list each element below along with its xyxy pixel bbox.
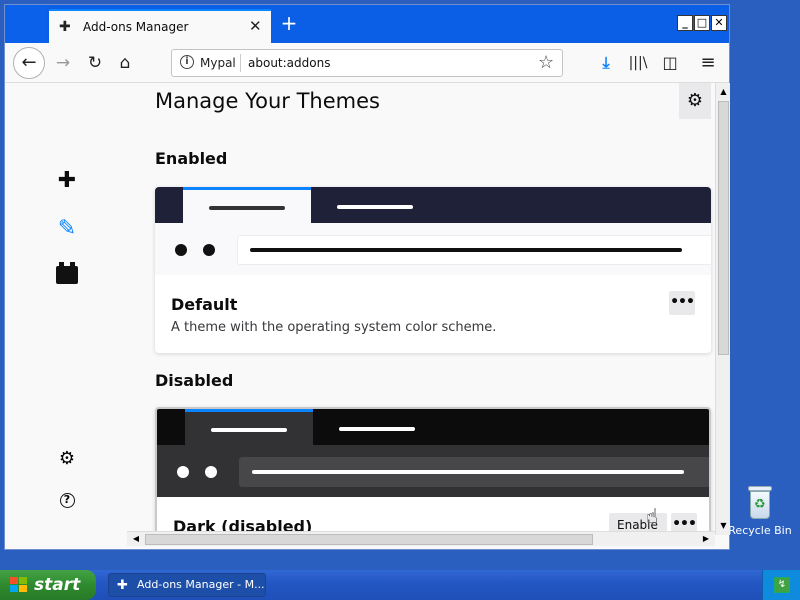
theme-preview-tabs — [157, 409, 709, 445]
window-controls: _ □ ✕ — [677, 11, 728, 31]
url-bar[interactable]: i Mypal about:addons ☆ — [171, 49, 563, 77]
preview-other-tab — [339, 427, 415, 431]
download-icon: ⤓ — [602, 53, 610, 72]
taskbar-item-label: Add-ons Manager - M... — [137, 578, 265, 591]
arrow-right-icon: → — [55, 53, 71, 73]
page-options-button[interactable]: ⚙ — [679, 83, 711, 119]
theme-preview-toolbar — [157, 445, 709, 497]
start-label: start — [34, 575, 81, 595]
library-icon: |||\ — [628, 55, 648, 71]
hamburger-icon: ≡ — [700, 52, 716, 73]
horizontal-scrollbar[interactable]: ◀ ▶ — [127, 531, 715, 546]
menu-button[interactable]: ≡ — [695, 49, 721, 77]
theme-card-dark[interactable]: Dark (disabled) Enable ••• — [155, 407, 711, 535]
scroll-up-icon[interactable]: ▲ — [717, 85, 730, 99]
preview-other-tab — [337, 205, 413, 209]
identity-label: Mypal — [200, 56, 236, 70]
forward-button[interactable]: → — [49, 49, 77, 77]
scroll-left-icon[interactable]: ◀ — [129, 532, 143, 546]
scroll-down-icon[interactable]: ▼ — [717, 519, 730, 533]
preview-dot — [177, 466, 189, 478]
preview-selected-tab — [185, 409, 313, 445]
brush-icon: ✎ — [57, 216, 77, 241]
gear-icon: ⚙ — [58, 448, 76, 469]
tab-title: Add-ons Manager — [83, 20, 189, 34]
recycle-bin-icon: ♻ — [745, 486, 775, 520]
tab-bar: ✚ Add-ons Manager ✕ + _ □ ✕ — [5, 5, 729, 43]
theme-preview-toolbar — [155, 223, 711, 275]
arrow-left-icon: ← — [21, 52, 37, 73]
enabled-heading: Enabled — [155, 149, 228, 168]
disabled-heading: Disabled — [155, 371, 234, 390]
minimize-button[interactable]: _ — [677, 15, 693, 31]
preview-urlbar — [239, 457, 709, 487]
reload-icon: ↻ — [87, 53, 103, 73]
windows-flag-icon — [10, 577, 28, 593]
nav-bar: ← → ↻ ⌂ i Mypal about:addons ☆ ⤓ |||\ ◫ … — [5, 43, 729, 83]
addons-content: ✚ ✎ ⚙ ? Manage Your Themes ⚙ Enabled Def… — [5, 83, 715, 535]
system-tray: ↯ — [762, 570, 800, 600]
vertical-scrollbar[interactable]: ▲ ▼ — [715, 83, 730, 535]
category-extensions[interactable]: ✚ — [51, 165, 83, 197]
home-button[interactable]: ⌂ — [111, 49, 139, 77]
close-tab-icon[interactable]: ✕ — [249, 17, 262, 35]
preview-dot — [175, 244, 187, 256]
theme-description: A theme with the operating system color … — [171, 320, 497, 335]
downloads-button[interactable]: ⤓ — [593, 49, 619, 77]
recycle-bin-label: Recycle Bin — [728, 524, 792, 537]
gear-icon: ⚙ — [686, 90, 704, 111]
category-themes[interactable]: ✎ — [51, 213, 83, 245]
info-icon[interactable]: i — [180, 55, 194, 69]
theme-card-info: Dark (disabled) Enable ••• — [157, 497, 709, 535]
addon-support-button[interactable]: ? — [51, 481, 83, 513]
browser-app-icon: ✚ — [117, 578, 128, 593]
themes-main: Manage Your Themes ⚙ Enabled Default A t… — [155, 83, 715, 535]
hand-cursor-icon: ☝ — [646, 504, 659, 528]
theme-card-info: Default A theme with the operating syste… — [155, 275, 711, 353]
recycle-bin[interactable]: ♻ Recycle Bin — [728, 486, 792, 537]
tab-addons-manager[interactable]: ✚ Add-ons Manager ✕ — [49, 9, 271, 43]
taskbar: start ✚ Add-ons Manager - M... ↯ — [0, 570, 800, 600]
scroll-thumb[interactable] — [145, 534, 593, 545]
library-button[interactable]: |||\ — [625, 49, 651, 77]
url-text[interactable]: about:addons — [248, 56, 330, 70]
more-options-button[interactable]: ••• — [669, 291, 695, 315]
theme-name: Default — [171, 295, 238, 314]
home-icon: ⌂ — [119, 53, 131, 73]
category-plugins[interactable] — [51, 261, 83, 293]
tab-bar-spacer — [5, 5, 47, 43]
taskbar-item-addons[interactable]: ✚ Add-ons Manager - M... — [108, 573, 266, 597]
close-window-button[interactable]: ✕ — [711, 15, 727, 31]
page-title: Manage Your Themes — [155, 89, 380, 113]
preview-dot — [205, 466, 217, 478]
new-tab-button[interactable]: + — [277, 11, 301, 35]
puzzle-icon: ✚ — [57, 168, 77, 193]
preview-dot — [203, 244, 215, 256]
preview-urlbar — [237, 235, 711, 265]
url-separator — [240, 54, 241, 72]
browser-window: ✚ Add-ons Manager ✕ + _ □ ✕ ← → ↻ ⌂ i Mypa… — [4, 4, 730, 550]
back-button[interactable]: ← — [13, 47, 45, 79]
sidebar-button[interactable]: ◫ — [657, 49, 683, 77]
theme-card-default[interactable]: Default A theme with the operating syste… — [155, 187, 711, 353]
star-icon[interactable]: ☆ — [538, 52, 554, 73]
plugin-block-icon — [56, 262, 78, 284]
scroll-thumb[interactable] — [718, 101, 729, 355]
preview-selected-tab — [183, 187, 311, 223]
start-button[interactable]: start — [0, 570, 96, 600]
category-nav: ✚ ✎ ⚙ ? — [5, 83, 145, 535]
maximize-button[interactable]: □ — [694, 15, 710, 31]
tray-network-icon[interactable]: ↯ — [774, 577, 790, 593]
sidebar-icon: ◫ — [662, 53, 678, 72]
theme-preview-tabs — [155, 187, 711, 223]
reload-button[interactable]: ↻ — [81, 49, 109, 77]
addon-settings-button[interactable]: ⚙ — [51, 443, 83, 475]
puzzle-icon: ✚ — [59, 19, 71, 35]
help-icon: ? — [59, 493, 75, 508]
scroll-right-icon[interactable]: ▶ — [699, 532, 713, 546]
